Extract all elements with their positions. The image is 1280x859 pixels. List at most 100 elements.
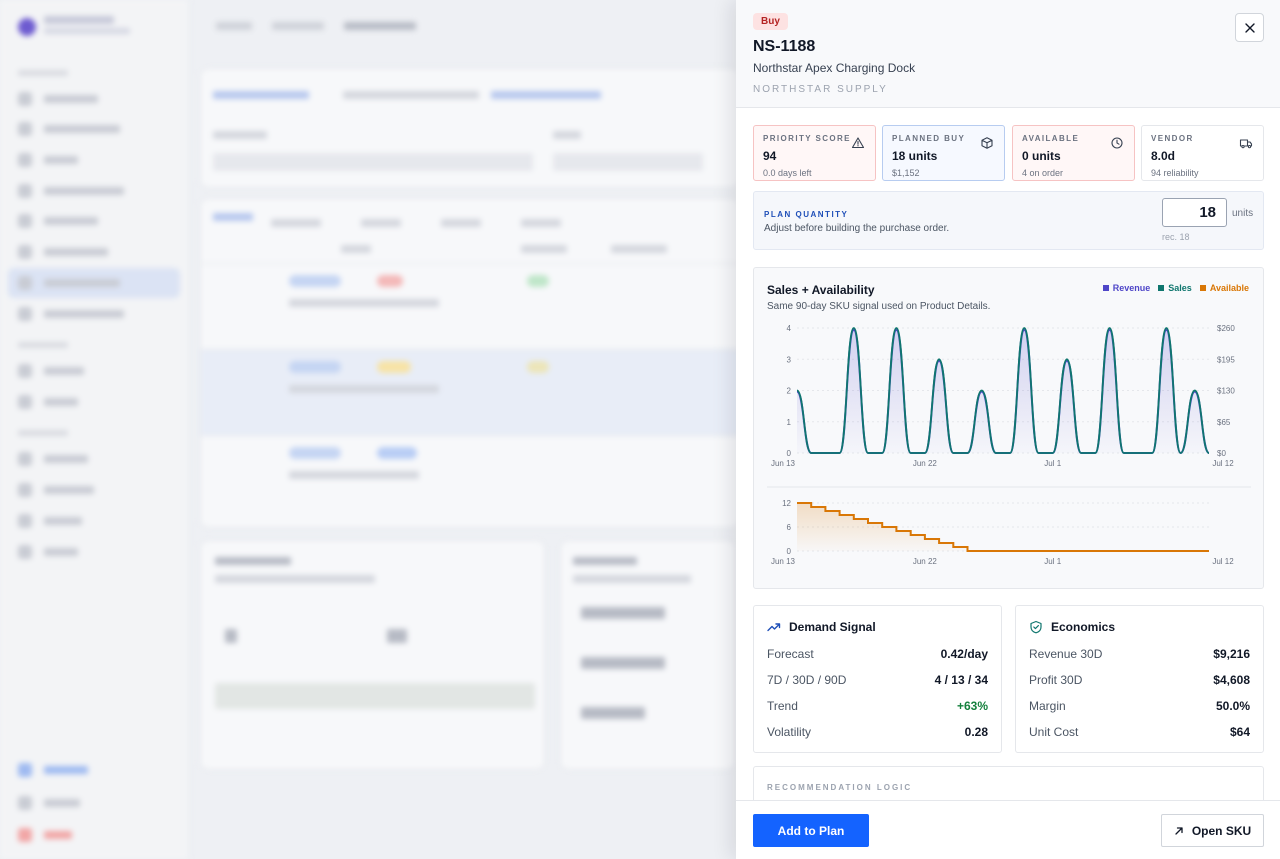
shield-check-icon: [1030, 620, 1042, 634]
x-tick-label: Jun 13: [771, 557, 796, 566]
metric-row: Trend +63%: [767, 699, 988, 713]
kpi-value: 94: [763, 149, 777, 163]
plan-quantity-subtitle: Adjust before building the purchase orde…: [764, 223, 950, 234]
nav-item: [18, 395, 78, 409]
nav-item: [18, 245, 108, 259]
kpi-sub: $1,152: [892, 168, 920, 178]
app-logo-subtext: [44, 28, 130, 34]
economics-title: Economics: [1051, 620, 1116, 634]
add-to-plan-button[interactable]: Add to Plan: [753, 814, 869, 847]
x-tick-label: Jul 12: [1212, 459, 1234, 468]
economics-card: Economics Revenue 30D $9,216 Profit 30D $4…: [1015, 605, 1264, 753]
chart-subtitle: Same 90-day SKU signal used on Product D…: [767, 301, 991, 312]
recommended-quantity: rec. 18: [1162, 232, 1190, 242]
legend-item-available: Available: [1199, 283, 1249, 293]
background-sidebar: [0, 0, 190, 859]
nav-item: [18, 122, 120, 136]
truck-icon: [1239, 139, 1253, 149]
breadcrumb-part: [272, 22, 324, 30]
background-panel: [200, 540, 545, 770]
kpi-value: 18 units: [892, 149, 938, 163]
y-left-tick-label: 2: [787, 387, 792, 396]
y-tick-label: 6: [787, 523, 792, 532]
breadcrumb-part: [216, 22, 252, 30]
metric-row: Revenue 30D $9,216: [1029, 647, 1250, 661]
kpi-value: 0 units: [1022, 149, 1061, 163]
nav-item: [18, 452, 88, 466]
background-table-card: [200, 198, 746, 528]
nav-item: [18, 307, 124, 321]
background-filter-card: [200, 68, 740, 188]
nav-item: [18, 364, 84, 378]
nav-section-label: [18, 430, 68, 436]
kpi-vendor: VENDOR 8.0d 94 reliability: [1141, 125, 1264, 181]
sales-availability-card: 0 1 2 3 4 $0 $65 $130 $195 $260 Jun 13 Jun 22 Jul 1J…: [753, 267, 1264, 589]
metric-row: Profit 30D $4,608: [1029, 673, 1250, 687]
x-tick-label: Jul 1: [1044, 459, 1061, 468]
legend-item-revenue: Revenue: [1102, 283, 1150, 293]
x-tick-label: Jul 12: [1212, 557, 1234, 566]
nav-item: [18, 545, 78, 559]
chart-title: Sales + Availability: [767, 283, 875, 297]
warning-icon: [851, 137, 865, 149]
breadcrumb-part: [344, 22, 416, 30]
sales-availability-chart: 01234$0$65$130$195$260Jun 13 Jun 22 Jul 1J…: [767, 324, 1251, 566]
y-tick-label: 0: [787, 547, 792, 556]
y-left-tick-label: 0: [787, 449, 792, 458]
chart-legend: Revenue Sales Available: [1102, 283, 1249, 293]
close-button[interactable]: [1235, 13, 1264, 42]
y-right-tick-label: $65: [1217, 418, 1231, 427]
nav-item: [18, 153, 78, 167]
drawer-body: PRIORITY SCORE 94 0.0 days left PLANNED …: [736, 108, 1280, 800]
nav-section-label: [18, 70, 68, 76]
nav-item: [18, 214, 98, 228]
plan-quantity-panel: PLAN QUANTITY Adjust before building the…: [753, 191, 1264, 250]
y-left-tick-label: 1: [787, 418, 792, 427]
nav-section-label: [18, 342, 68, 348]
demand-signal-title: Demand Signal: [789, 620, 876, 634]
close-icon: [1244, 22, 1255, 33]
nav-item: [18, 828, 72, 842]
box-icon: [981, 137, 993, 149]
trending-up-icon: [767, 623, 781, 632]
open-sku-label: Open SKU: [1191, 823, 1252, 838]
app-logo: [18, 18, 36, 36]
x-tick-label: Jun 22: [913, 557, 938, 566]
nav-item: [18, 483, 94, 497]
y-right-tick-label: $130: [1217, 387, 1235, 396]
recommendation-logic-title: RECOMMENDATION LOGIC: [767, 783, 913, 792]
x-tick-label: Jun 13: [771, 459, 796, 468]
clock-icon: [1111, 137, 1123, 149]
plan-quantity-title: PLAN QUANTITY: [764, 210, 849, 219]
demand-signal-card: Demand Signal Forecast 0.42/day 7D / 30D …: [753, 605, 1002, 753]
nav-item: [18, 184, 124, 198]
external-link-icon: [1175, 826, 1183, 835]
y-right-tick-label: $0: [1217, 449, 1226, 458]
nav-item: [18, 796, 80, 810]
legend-item-sales: Sales: [1158, 283, 1192, 293]
y-right-tick-label: $195: [1217, 355, 1235, 364]
plan-quantity-unit: units: [1232, 208, 1254, 219]
y-tick-label: 12: [782, 499, 791, 508]
recommendation-logic-card: RECOMMENDATION LOGIC: [753, 766, 1264, 800]
drawer-header: Buy NS-1188 Northstar Apex Charging Dock…: [736, 0, 1280, 108]
kpi-available: AVAILABLE 0 units 4 on order: [1012, 125, 1135, 181]
nav-item: [18, 514, 82, 528]
vendor-name: NORTHSTAR SUPPLY: [753, 84, 888, 95]
plan-quantity-input[interactable]: [1162, 198, 1227, 227]
y-right-tick-label: $260: [1217, 324, 1235, 333]
kpi-sub: 0.0 days left: [763, 168, 812, 178]
metric-row: Unit Cost $64: [1029, 725, 1250, 739]
sku-detail-drawer: Buy NS-1188 Northstar Apex Charging Dock…: [736, 0, 1280, 859]
drawer-footer: Add to Plan Open SKU: [736, 800, 1280, 859]
nav-item: [18, 763, 88, 777]
kpi-sub: 4 on order: [1022, 168, 1064, 178]
kpi-planned-buy: PLANNED BUY 18 units $1,152: [882, 125, 1005, 181]
kpi-priority-score: PRIORITY SCORE 94 0.0 days left: [753, 125, 876, 181]
background-panel: [560, 540, 736, 770]
x-tick-label: Jun 22: [913, 459, 938, 468]
open-sku-button[interactable]: Open SKU: [1161, 814, 1264, 847]
y-left-tick-label: 4: [787, 324, 792, 333]
y-left-tick-label: 3: [787, 355, 792, 364]
nav-item-active: [8, 268, 180, 298]
